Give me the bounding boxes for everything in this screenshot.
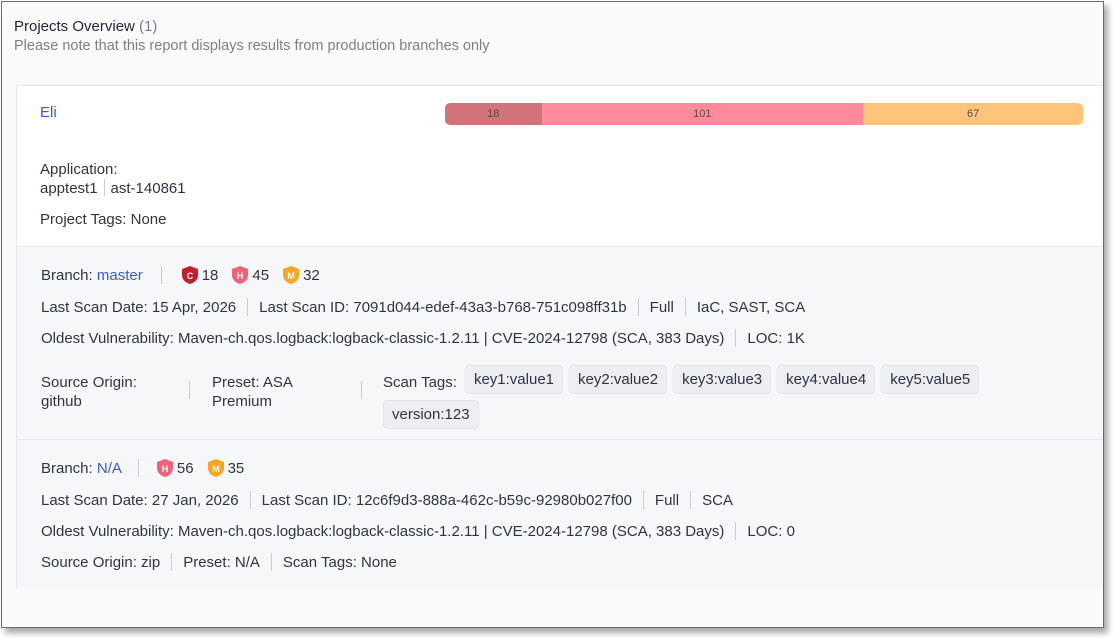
critical-count: 18 xyxy=(201,266,219,284)
divider xyxy=(642,491,644,509)
project-name-link[interactable]: Eli xyxy=(40,104,57,121)
divider xyxy=(103,179,105,196)
scan-type: Full xyxy=(654,491,680,509)
high-shield-icon: H xyxy=(232,266,249,284)
divider xyxy=(247,298,249,316)
scan-tag-chip: key4:value4 xyxy=(777,365,876,394)
oldest-vulnerability-info: Oldest Vulnerability: Maven-ch.qos.logba… xyxy=(41,522,795,540)
divider xyxy=(270,553,272,571)
source-preset-tags: Source Origin: zip Preset: N/A Scan Tags… xyxy=(41,553,397,571)
medium-shield-icon: M xyxy=(283,266,300,284)
branch-header: Branch: master C 18 H 45 M 32 xyxy=(41,266,334,284)
last-scan-info: Last Scan Date: 27 Jan, 2026 Last Scan I… xyxy=(41,491,733,509)
divider xyxy=(735,522,737,540)
last-scan-id: Last Scan ID: 12c6f9d3-888a-462c-b59c-92… xyxy=(261,491,632,509)
medium-count: 35 xyxy=(227,459,245,477)
medium-severity-count: M 32 xyxy=(283,266,320,284)
application-info: Application: apptest1 ast-140861 xyxy=(40,160,186,198)
source-origin: Source Origin: github xyxy=(41,373,137,411)
divider xyxy=(361,381,362,399)
title-text: Projects Overview xyxy=(14,18,135,35)
application-label: Application: xyxy=(40,161,118,178)
report-frame: Projects Overview (1) Please note that t… xyxy=(1,1,1104,628)
critical-shield-icon: C xyxy=(181,266,198,284)
preset-label: Preset: ASA xyxy=(212,374,293,391)
preset: Preset: ASA Premium xyxy=(212,373,293,411)
project-tags: Project Tags: None xyxy=(40,211,166,228)
svg-text:M: M xyxy=(212,464,220,474)
divider xyxy=(684,298,686,316)
scan-tags-label: Scan Tags: xyxy=(383,374,457,391)
high-shield-icon: H xyxy=(156,459,173,477)
source-origin: Source Origin: zip xyxy=(41,553,161,571)
divider xyxy=(137,459,139,477)
report-header: Projects Overview (1) Please note that t… xyxy=(14,18,490,54)
last-scan-date: Last Scan Date: 27 Jan, 2026 xyxy=(41,491,239,509)
scan-tag-chip: key2:value2 xyxy=(569,365,668,394)
application-item: apptest1 xyxy=(40,180,98,197)
branch-label: Branch: xyxy=(41,266,93,284)
project-card: Eli 18 101 67 Application: apptest1 ast-1… xyxy=(16,85,1103,590)
severity-distribution-bar: 18 101 67 xyxy=(445,103,1083,125)
application-item: ast-140861 xyxy=(110,180,186,197)
critical-severity-count: C 18 xyxy=(181,266,219,284)
scan-type: Full xyxy=(649,298,674,316)
loc: LOC: 0 xyxy=(747,522,795,540)
divider xyxy=(637,298,639,316)
scan-tag-chip: key1:value1 xyxy=(464,365,564,394)
medium-severity-count: M 35 xyxy=(207,459,245,477)
divider xyxy=(171,553,173,571)
branch-section-na: Branch: N/A H 56 M 35 Last Scan Date: 27… xyxy=(17,439,1103,590)
preset-value: Premium xyxy=(212,393,273,410)
high-severity-count: H 45 xyxy=(232,266,269,284)
scan-tags: Scan Tags: key1:value1 key2:value2 key3:val… xyxy=(383,365,1023,435)
scan-engines: IaC, SAST, SCA xyxy=(696,298,806,316)
page-title: Projects Overview (1) xyxy=(14,18,490,35)
application-list: apptest1 ast-140861 xyxy=(40,179,186,198)
svg-text:H: H xyxy=(162,464,169,474)
oldest-vulnerability: Oldest Vulnerability: Maven-ch.qos.logba… xyxy=(41,522,725,540)
last-scan-id: Last Scan ID: 7091d044-edef-43a3-b768-75… xyxy=(259,298,627,316)
svg-text:M: M xyxy=(287,271,295,281)
loc: LOC: 1K xyxy=(747,329,805,347)
preset: Preset: N/A xyxy=(183,553,260,571)
medium-segment: 67 xyxy=(863,103,1083,125)
scan-tag-chip: key5:value5 xyxy=(881,365,980,394)
high-segment: 101 xyxy=(541,103,864,125)
branch-label: Branch: xyxy=(41,459,93,477)
svg-text:C: C xyxy=(186,271,193,281)
oldest-vulnerability-info: Oldest Vulnerability: Maven-ch.qos.logba… xyxy=(41,329,805,347)
divider xyxy=(690,491,692,509)
medium-count: 32 xyxy=(303,266,320,284)
medium-shield-icon: M xyxy=(207,459,224,477)
branch-section-master: Branch: master C 18 H 45 M 32 Last Scan … xyxy=(17,246,1103,439)
source-origin-value: github xyxy=(41,393,82,410)
divider xyxy=(160,266,162,284)
divider xyxy=(249,491,251,509)
last-scan-date: Last Scan Date: 15 Apr, 2026 xyxy=(41,298,237,316)
branch-name-link[interactable]: master xyxy=(97,267,143,284)
scan-tags: Scan Tags: None xyxy=(282,553,397,571)
source-origin-label: Source Origin: xyxy=(41,374,137,391)
page-subtitle: Please note that this report displays re… xyxy=(14,38,490,54)
oldest-vulnerability: Oldest Vulnerability: Maven-ch.qos.logba… xyxy=(41,329,725,347)
high-count: 45 xyxy=(252,266,270,284)
project-tags-value: None xyxy=(130,211,167,228)
divider xyxy=(735,329,737,347)
scan-tag-chip: key3:value3 xyxy=(673,365,772,394)
branch-header: Branch: N/A H 56 M 35 xyxy=(41,459,258,477)
svg-text:H: H xyxy=(237,271,244,281)
project-count: (1) xyxy=(139,18,158,35)
high-severity-count: H 56 xyxy=(156,459,194,477)
critical-segment: 18 xyxy=(445,103,542,125)
scan-tag-chip: version:123 xyxy=(383,400,479,429)
scan-engines: SCA xyxy=(702,491,733,509)
high-count: 56 xyxy=(176,459,194,477)
divider xyxy=(189,381,190,399)
branch-name-link[interactable]: N/A xyxy=(97,460,122,477)
project-tags-label: Project Tags: xyxy=(40,211,127,228)
last-scan-info: Last Scan Date: 15 Apr, 2026 Last Scan I… xyxy=(41,298,805,316)
